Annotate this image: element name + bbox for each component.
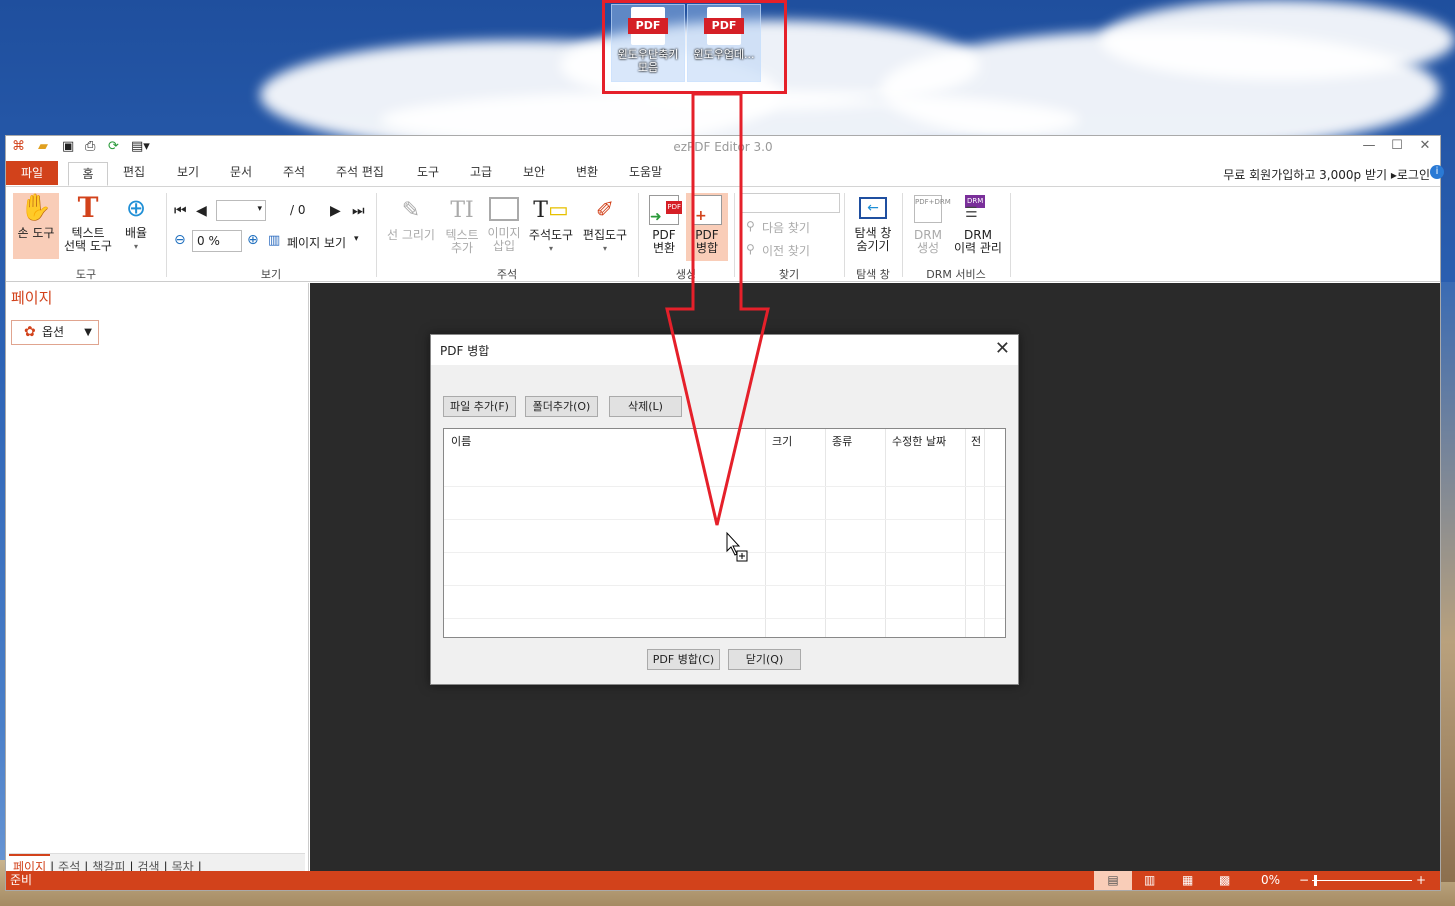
drag-arrow-annotation: [665, 92, 770, 562]
red-arrow: [665, 92, 770, 526]
drag-copy-cursor-icon: [726, 531, 748, 562]
